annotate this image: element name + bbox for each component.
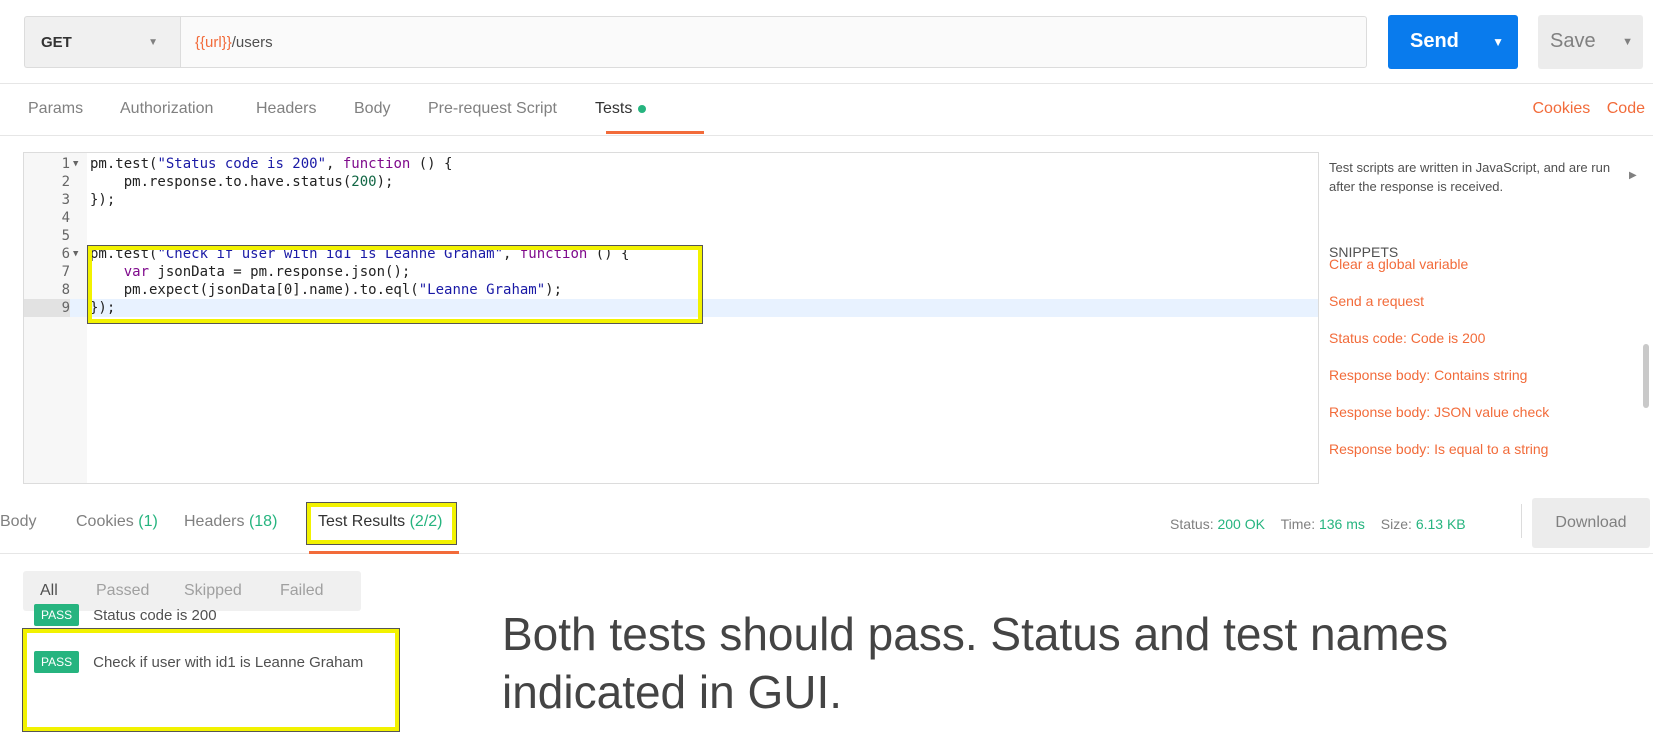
filter-failed[interactable]: Failed [280,582,324,600]
pass-badge: PASS [34,604,80,626]
collapse-arrow-icon[interactable]: ▶ [1629,170,1637,181]
fold-arrow-icon[interactable]: ▼ [73,155,78,173]
response-stats: Status: 200 OK Time: 136 ms Size: 6.13 K… [1170,516,1466,532]
send-label: Send [1410,30,1459,52]
status-label: Status: [1170,516,1214,532]
time-value[interactable]: 136 ms [1319,516,1365,532]
snippet-link[interactable]: Response body: Is equal to a string [1329,441,1548,457]
status-dot-icon [638,104,647,113]
size-value[interactable]: 6.13 KB [1416,516,1466,532]
snippets-description: Test scripts are written in JavaScript, … [1329,160,1611,194]
code-text: pm.response.to.have.status(200); [90,174,394,190]
filter-passed[interactable]: Passed [96,582,149,600]
tab-authorization[interactable]: Authorization [120,100,213,118]
snippet-link[interactable]: Status code: Code is 200 [1329,330,1485,346]
snippets-scrollbar[interactable] [1643,344,1649,408]
test-result-item: PASS Status code is 200 [34,602,217,628]
code-line[interactable]: 3}); [24,191,1318,209]
test-result-item: PASS Check if user with id1 is Leanne Gr… [34,649,363,675]
line-number: 4 [61,210,70,226]
tab-tests[interactable]: Tests [595,100,647,118]
line-number: 7 [61,264,70,280]
slide-caption: Both tests should pass. Status and test … [502,605,1653,721]
tab-response-headers[interactable]: Headers (18) [184,513,277,531]
tab-response-body[interactable]: Body [0,513,36,531]
caption-line-2: indicated in GUI. [502,666,843,718]
line-number: 6 [61,246,70,262]
headers-count: (18) [248,513,278,530]
method-label: GET [41,33,72,51]
request-url-bar: GET ▼ {{url}}/users Send ▼ Save ▼ [0,0,1653,84]
line-number: 3 [61,192,70,208]
response-tabs: Body Cookies (1) Headers (18) Test Resul… [0,494,1653,554]
tab-prerequest-script[interactable]: Pre-request Script [428,100,557,118]
snippet-link[interactable]: Send a request [1329,293,1424,309]
snippet-link[interactable]: Clear a global variable [1329,256,1468,272]
highlight-box-test-results-tab [307,503,456,544]
url-variable: {{url}} [195,33,232,51]
chevron-down-icon: ▼ [148,37,158,48]
code-link[interactable]: Code [1607,100,1645,117]
line-number: 2 [61,174,70,190]
active-tab-indicator [606,131,704,134]
highlight-box-test-code [88,246,702,323]
save-label: Save [1550,30,1596,52]
divider [1521,504,1522,538]
code-line[interactable]: 1 ▼ pm.test("Status code is 200", function… [24,155,1318,173]
url-input[interactable]: {{url}}/users [180,16,1367,68]
filter-all[interactable]: All [40,582,58,600]
tab-params[interactable]: Params [28,100,83,118]
line-number: 1 [61,156,70,172]
snippets-panel: Test scripts are written in JavaScript, … [1329,152,1653,484]
download-button[interactable]: Download [1532,498,1650,548]
send-button[interactable]: Send ▼ [1388,15,1518,69]
code-line[interactable]: 4 [24,209,1318,227]
save-options-chevron-icon[interactable]: ▼ [1622,36,1633,48]
pass-badge: PASS [34,651,80,673]
size-label: Size: [1380,516,1412,532]
send-options-chevron-icon[interactable]: ▼ [1492,35,1504,49]
snippet-link[interactable]: Response body: Contains string [1329,367,1527,383]
highlight-box-results [23,629,399,731]
tab-tests-label: Tests [595,100,633,117]
save-button[interactable]: Save ▼ [1538,15,1643,69]
code-line[interactable]: 2 pm.response.to.have.status(200); [24,173,1318,191]
code-text: pm.test("Status code is 200", function (… [90,156,453,172]
filter-skipped[interactable]: Skipped [184,582,242,600]
method-select[interactable]: GET ▼ [24,16,180,68]
headers-tab-label: Headers [184,513,245,530]
caption-line-1: Both tests should pass. Status and test … [502,608,1449,660]
time-label: Time: [1280,516,1316,532]
test-result-name: Check if user with id1 is Leanne Graham [93,653,364,671]
cookies-count: (1) [138,513,158,530]
url-path: /users [231,33,273,51]
tab-headers[interactable]: Headers [256,100,316,118]
status-value[interactable]: 200 OK [1217,516,1264,532]
code-text: }); [90,192,116,208]
line-number: 8 [61,282,70,298]
cookies-link[interactable]: Cookies [1532,100,1590,117]
snippet-link[interactable]: Response body: JSON value check [1329,404,1549,420]
test-result-name: Status code is 200 [93,606,217,624]
active-response-tab-indicator [309,551,459,554]
top-links: Cookies Code [1520,100,1645,118]
fold-arrow-icon[interactable]: ▼ [73,245,78,263]
code-line[interactable]: 5 [24,227,1318,245]
cookies-tab-label: Cookies [76,513,134,530]
tab-body[interactable]: Body [354,100,390,118]
tab-response-cookies[interactable]: Cookies (1) [76,513,158,531]
line-number: 5 [61,228,70,244]
line-number: 9 [24,299,70,317]
request-tabs: Params Authorization Headers Body Pre-re… [0,84,1653,136]
